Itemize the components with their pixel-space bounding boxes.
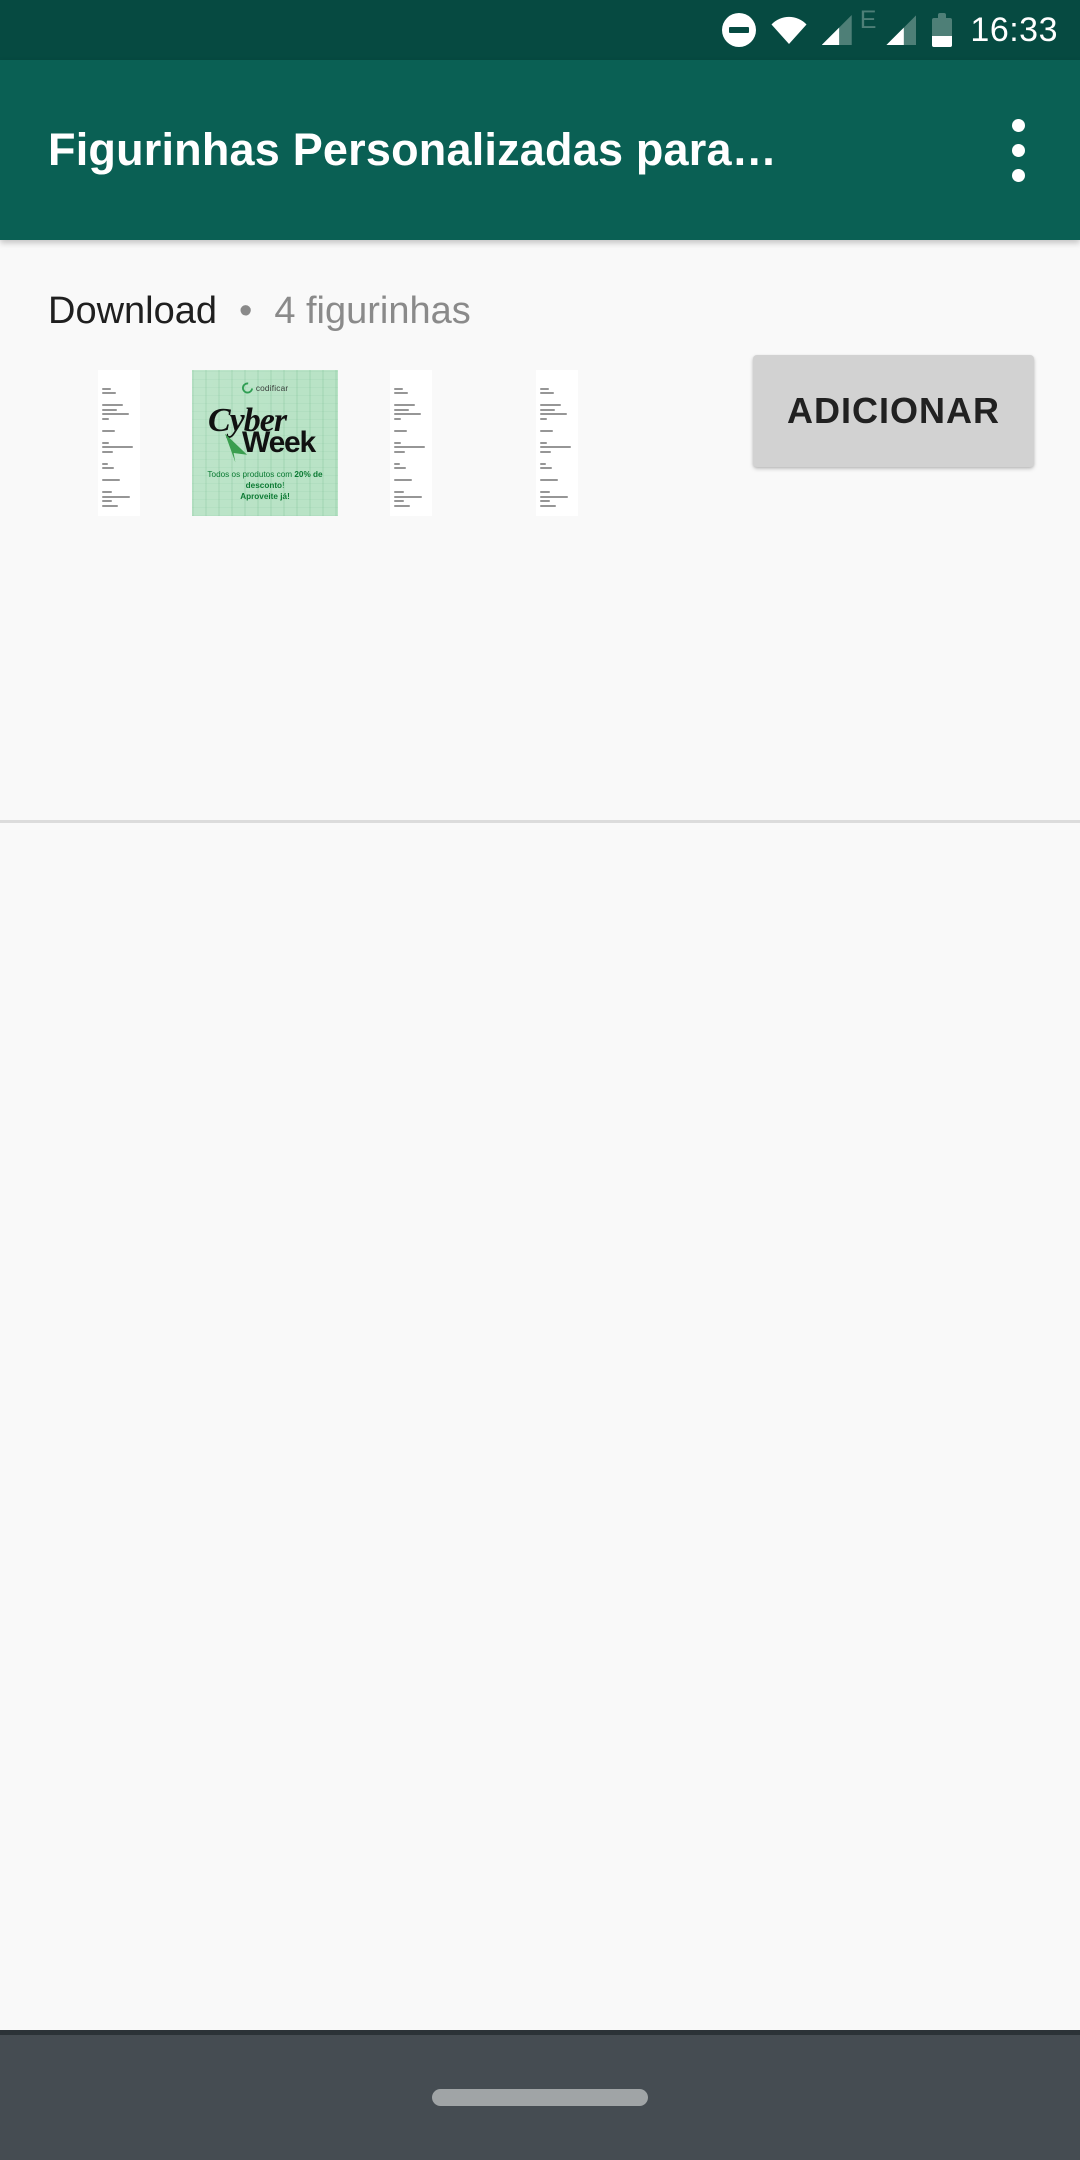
codificar-logo: codificar [239,380,289,396]
section-divider [0,820,1080,823]
battery-icon [932,13,953,47]
overflow-menu-icon[interactable] [970,90,1066,210]
sticker-pack-header: Download • 4 figurinhas [0,240,1080,333]
wifi-icon [770,15,808,45]
sticker-thumbnail-list: codificar Cyber Week Todos os produtos c… [46,370,630,516]
add-sticker-pack-button[interactable]: ADICIONAR [753,355,1034,467]
promo-line2: Aproveite já! [240,491,290,501]
home-gesture-handle[interactable] [432,2089,648,2106]
status-bar: E 16:33 [0,0,1080,60]
app-screen: E 16:33 Figurinhas Personalizadas para… … [0,0,1080,2160]
sticker-pack-section: Download • 4 figurinhas codificar Cyber … [0,240,1080,823]
do-not-disturb-icon [721,13,756,47]
brand-label: codificar [255,383,289,393]
separator-dot: • [239,290,253,332]
status-bar-clock: 16:33 [970,11,1058,49]
cyber-title-line2: Week [242,426,316,459]
signal-sim2-icon [886,15,917,45]
sticker-thumbnail-cyber-week[interactable]: codificar Cyber Week Todos os produtos c… [192,370,338,516]
signal-sim1-icon [821,15,852,45]
network-type-label: E [859,6,877,34]
app-bar: Figurinhas Personalizadas para… [0,60,1080,240]
page-title: Figurinhas Personalizadas para… [48,124,777,175]
sticker-thumbnail-document-3[interactable] [484,370,630,516]
promo-suffix: ! [282,480,285,490]
sticker-count-label: 4 figurinhas [274,290,471,332]
sticker-pack-body: codificar Cyber Week Todos os produtos c… [0,333,1080,533]
sticker-thumbnail-document-2[interactable] [338,370,484,516]
system-navigation-bar [0,2030,1080,2160]
promo-text: Todos os produtos com 20% de desconto! A… [192,469,338,502]
sticker-thumbnail-document-1[interactable] [46,370,192,516]
sticker-pack-name: Download [48,290,217,332]
promo-prefix: Todos os produtos com [207,469,295,479]
